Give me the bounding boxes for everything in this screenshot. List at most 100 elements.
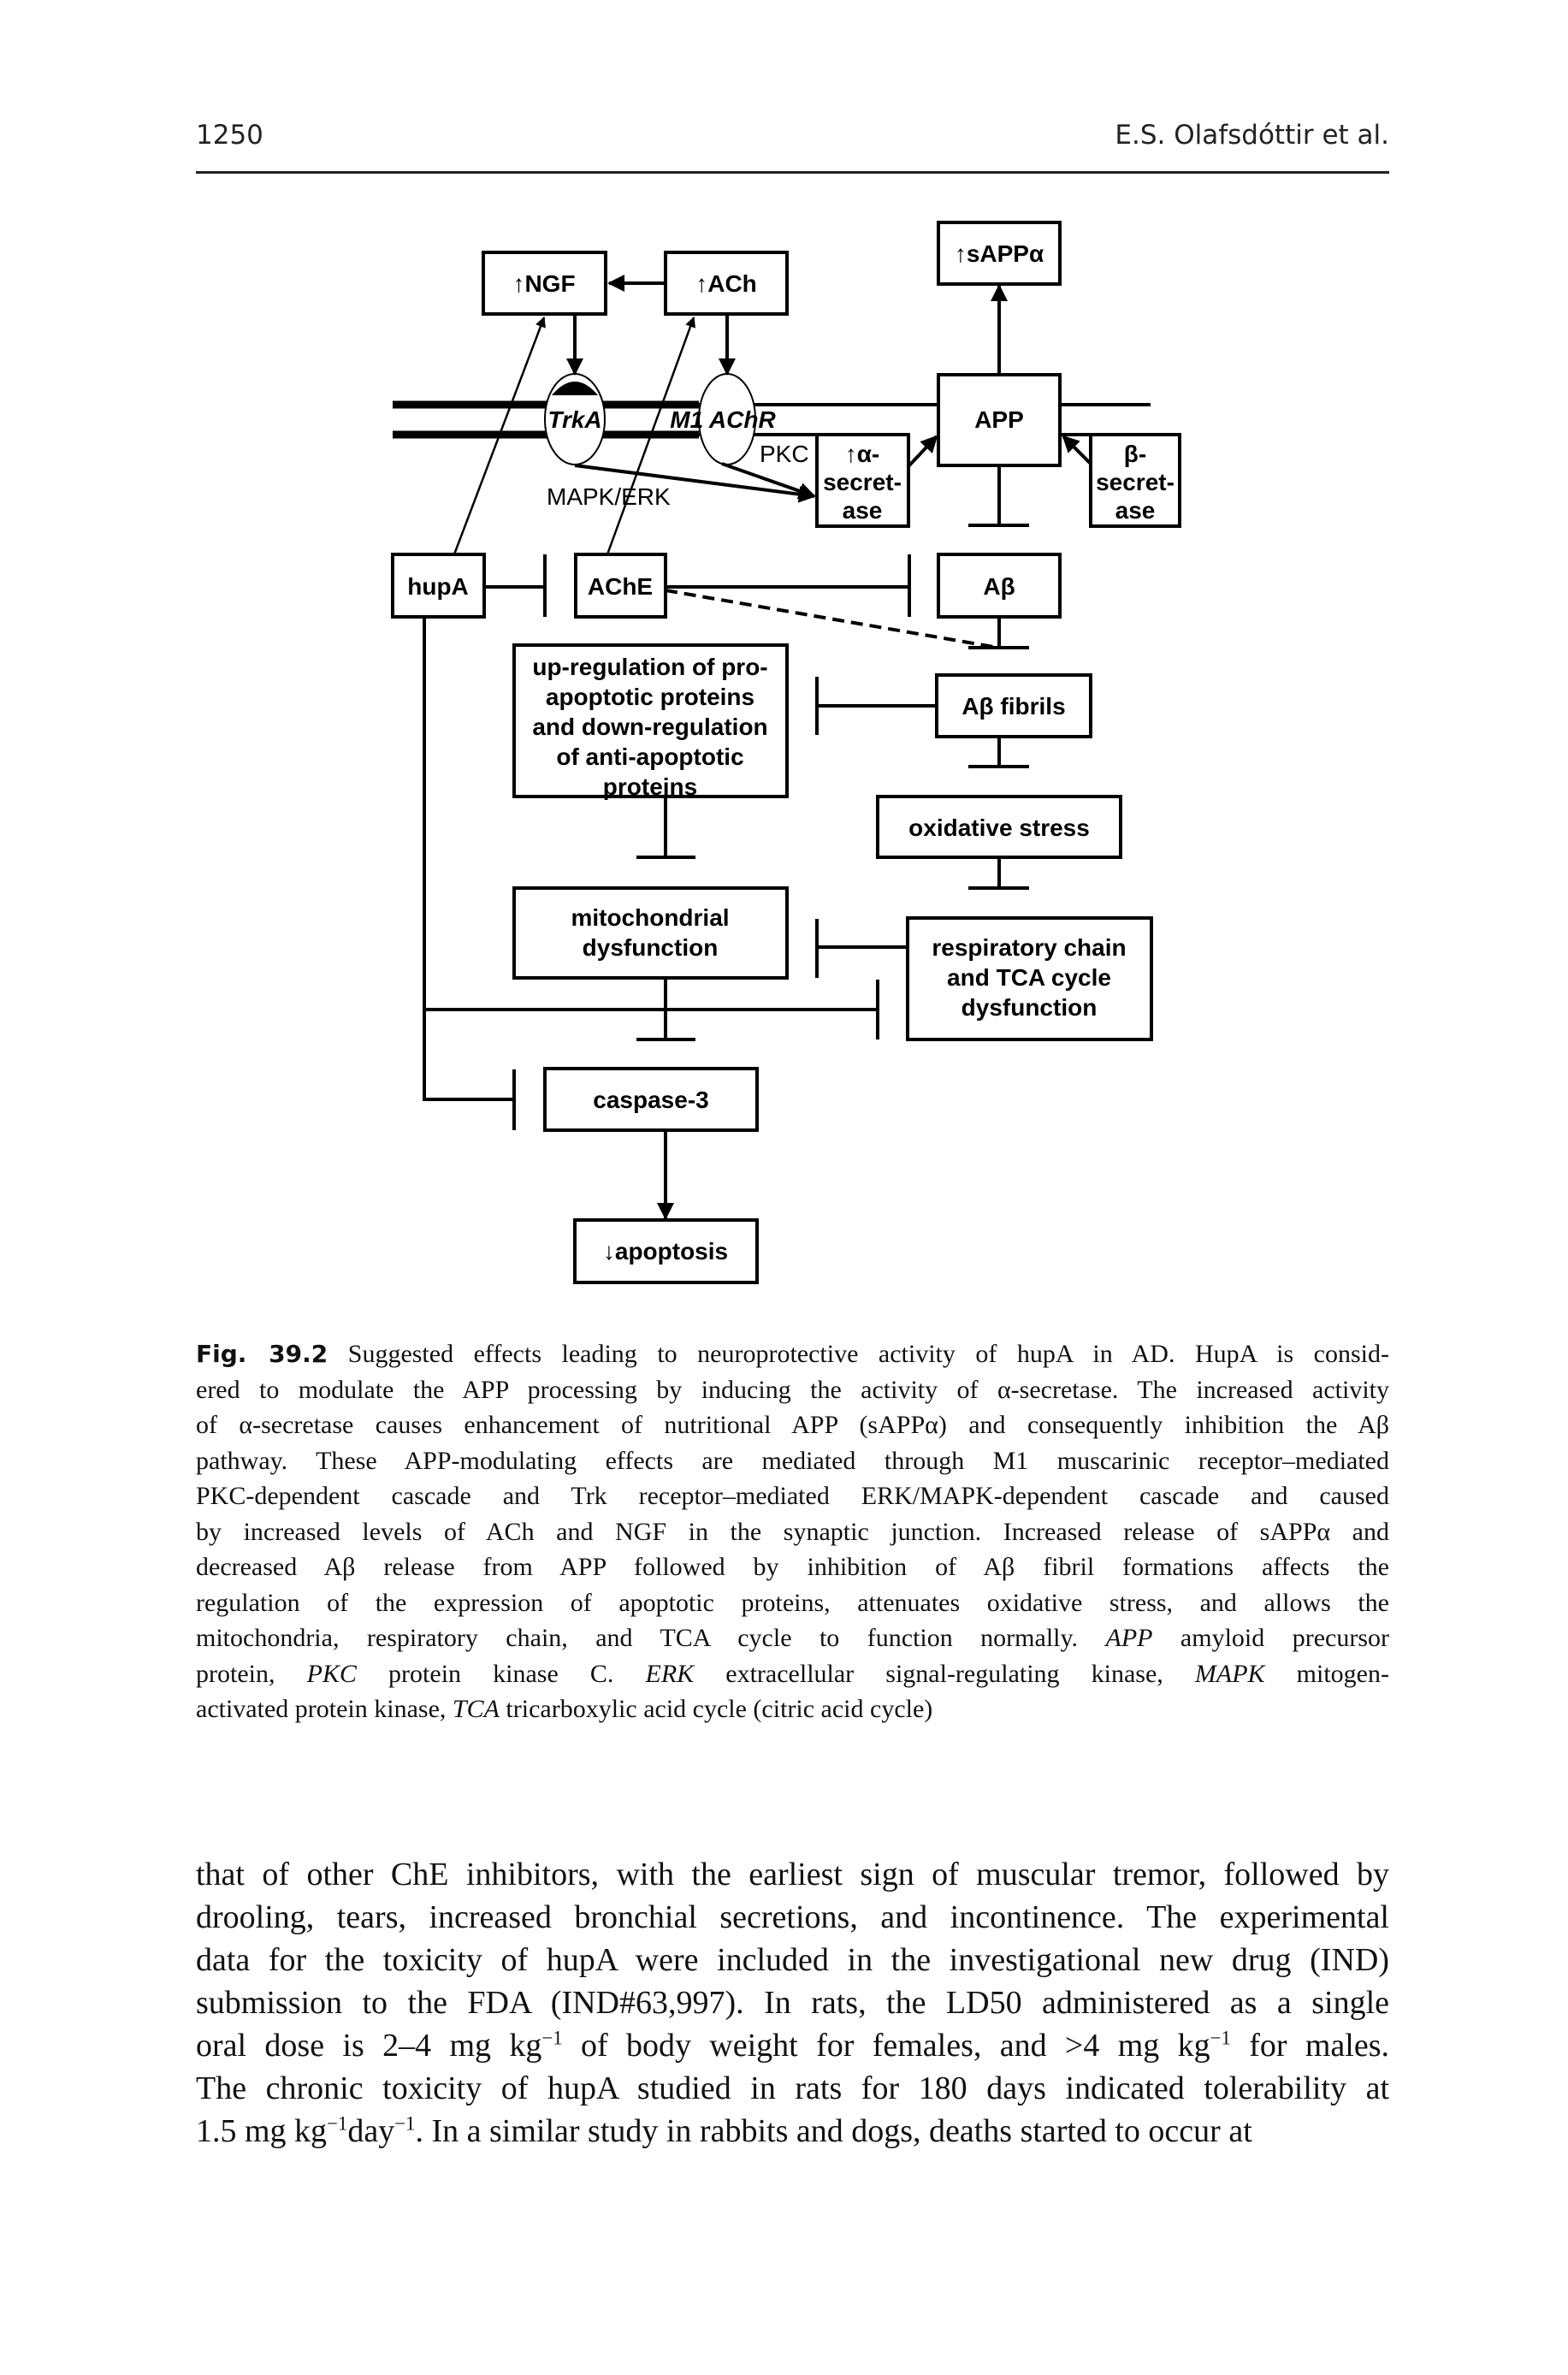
svg-text:β-: β-: [1124, 441, 1146, 467]
text-line: that of other ChE inhibitors, with the e…: [196, 1853, 1389, 1896]
svg-text:dysfunction: dysfunction: [962, 994, 1098, 1021]
text-segment: submission to the FDA (IND#63,997). In r…: [196, 1985, 1389, 2021]
svg-text:Aβ: Aβ: [983, 573, 1015, 600]
app-inhibition: [968, 465, 1029, 527]
text-segment: data for the toxicity of hupA were inclu…: [196, 1942, 1389, 1978]
text-segment: that of other ChE inhibitors, with the e…: [196, 1857, 1389, 1892]
text-line: ered to modulate the APP processing by i…: [196, 1372, 1389, 1408]
svg-text:↑α-: ↑α-: [845, 441, 880, 467]
figure-label: Fig. 39.2: [196, 1340, 328, 1368]
text-line: The chronic toxicity of hupA studied in …: [196, 2067, 1389, 2110]
text-segment: mitochondria, respiratory chain, and TCA…: [196, 1624, 1106, 1652]
alpha-to-app-arrow: [908, 435, 938, 467]
mapk-erk-label: MAPK/ERK: [547, 483, 671, 510]
text-line: data for the toxicity of hupA were inclu…: [196, 1939, 1389, 1981]
abeta-inhibition: [968, 617, 1029, 649]
svg-text:hupA: hupA: [407, 573, 469, 600]
text-segment: mitogen-: [1264, 1659, 1389, 1688]
svg-text:proteins: proteins: [603, 773, 697, 800]
text-segment: MAPK: [1194, 1659, 1265, 1688]
text-segment: TCA: [452, 1695, 500, 1723]
svg-text:respiratory chain: respiratory chain: [932, 934, 1126, 961]
text-segment: for males.: [1230, 2028, 1390, 2064]
text-segment: −1: [394, 2112, 416, 2135]
node-app: APP: [937, 373, 1062, 467]
text-segment: ERK: [645, 1659, 695, 1688]
text-segment: drooling, tears, increased bronchial sec…: [196, 1899, 1389, 1935]
text-segment: amyloid precursor: [1152, 1624, 1389, 1652]
svg-text:dysfunction: dysfunction: [583, 934, 719, 961]
text-segment: tricarboxylic acid cycle (citric acid cy…: [499, 1695, 933, 1723]
node-apoptosis: ↓apoptosis: [573, 1218, 759, 1284]
svg-text:↓apoptosis: ↓apoptosis: [603, 1238, 728, 1264]
node-mitochondrial-dysfunction: mitochondrial dysfunction: [512, 886, 789, 980]
svg-text:↑sAPPα: ↑sAPPα: [955, 240, 1044, 267]
pathway-diagram: TrkA M1 AChR PKC MAPK/ERK ↑NGF ↑ACh ↑sAP…: [391, 221, 1181, 1284]
text-segment: regulation of the expression of apoptoti…: [196, 1588, 1389, 1617]
svg-text:ase: ase: [1115, 497, 1156, 524]
node-beta-secretase: β- secret- ase: [1089, 433, 1181, 528]
text-segment: ered to modulate the APP processing by i…: [196, 1375, 1389, 1404]
oxidative-inhibition: [968, 857, 1029, 890]
text-segment: day: [347, 2113, 395, 2149]
text-segment: protein,: [196, 1659, 307, 1688]
text-line: regulation of the expression of apoptoti…: [196, 1585, 1389, 1621]
text-line: activated protein kinase, TCA tricarboxy…: [196, 1691, 1389, 1727]
text-line: by increased levels of ACh and NGF in th…: [196, 1514, 1389, 1550]
node-sappa: ↑sAPPα: [937, 221, 1062, 286]
svg-text:caspase-3: caspase-3: [593, 1087, 708, 1113]
svg-text:APP: APP: [974, 406, 1024, 433]
svg-text:and down-regulation: and down-regulation: [532, 714, 767, 740]
text-line: submission to the FDA (IND#63,997). In r…: [196, 1981, 1389, 2024]
text-segment: Suggested effects leading to neuroprotec…: [328, 1340, 1389, 1368]
text-line: protein, PKC protein kinase C. ERK extra…: [196, 1656, 1389, 1692]
fibrils-inhibit-upregulation: [815, 677, 937, 735]
svg-text:mitochondrial: mitochondrial: [571, 904, 729, 931]
svg-text:of anti-apoptotic: of anti-apoptotic: [556, 743, 743, 770]
node-abeta-fibrils: Aβ fibrils: [935, 673, 1092, 738]
pkc-label: PKC: [760, 441, 809, 467]
text-segment: −1: [327, 2112, 348, 2135]
text-line: Fig. 39.2 Suggested effects leading to n…: [196, 1336, 1389, 1372]
text-segment: of body weight for females, and >4 mg kg: [562, 2028, 1210, 2064]
text-segment: pathway. These APP-modulating effects ar…: [196, 1446, 1389, 1475]
text-segment: protein kinase C.: [356, 1659, 646, 1688]
svg-text:apoptotic proteins: apoptotic proteins: [546, 684, 754, 710]
m1-achr-label: M1 AChR: [670, 406, 776, 433]
text-segment: −1: [541, 2027, 563, 2049]
svg-text:secret-: secret-: [823, 469, 902, 495]
svg-text:Aβ fibrils: Aβ fibrils: [962, 693, 1065, 720]
text-segment: activated protein kinase,: [196, 1695, 453, 1723]
text-line: drooling, tears, increased bronchial sec…: [196, 1896, 1389, 1939]
node-hupa: hupA: [391, 553, 486, 619]
text-segment: 1.5 mg kg: [196, 2113, 328, 2149]
svg-text:secret-: secret-: [1096, 469, 1175, 495]
fibrils-inhibition: [968, 737, 1029, 768]
svg-text:↑ACh: ↑ACh: [695, 270, 757, 297]
svg-text:oxidative stress: oxidative stress: [908, 814, 1090, 841]
node-caspase-3: caspase-3: [543, 1067, 759, 1132]
node-abeta: Aβ: [937, 553, 1062, 619]
respiratory-inhibits-mito: [815, 919, 908, 978]
text-segment: by increased levels of ACh and NGF in th…: [196, 1517, 1389, 1546]
hupa-inhibits-ache: [484, 554, 547, 617]
ache-inhibits-abeta: [666, 554, 911, 617]
text-line: PKC-dependent cascade and Trk receptor–m…: [196, 1478, 1389, 1514]
beta-to-app-arrow: [1062, 435, 1092, 465]
upregulation-inhibition: [636, 797, 695, 859]
text-segment: PKC-dependent cascade and Trk receptor–m…: [196, 1482, 1389, 1510]
svg-text:up-regulation of pro-: up-regulation of pro-: [532, 654, 767, 680]
text-segment: . In a similar study in rabbits and dogs…: [415, 2113, 1252, 2149]
node-alpha-secretase: ↑α- secret- ase: [815, 433, 910, 528]
figure-caption: Fig. 39.2 Suggested effects leading to n…: [196, 1336, 1389, 1727]
svg-text:ase: ase: [843, 497, 883, 524]
svg-text:AChE: AChE: [588, 573, 653, 600]
node-respiratory-chain: respiratory chain and TCA cycle dysfunct…: [906, 916, 1153, 1041]
node-ache: AChE: [574, 553, 667, 619]
text-segment: PKC: [306, 1659, 357, 1688]
svg-text:↑NGF: ↑NGF: [512, 270, 575, 297]
text-line: oral dose is 2–4 mg kg−1 of body weight …: [196, 2024, 1389, 2067]
text-segment: decreased Aβ release from APP followed b…: [196, 1553, 1389, 1581]
text-segment: APP: [1105, 1624, 1153, 1652]
node-ach: ↑ACh: [664, 251, 789, 316]
